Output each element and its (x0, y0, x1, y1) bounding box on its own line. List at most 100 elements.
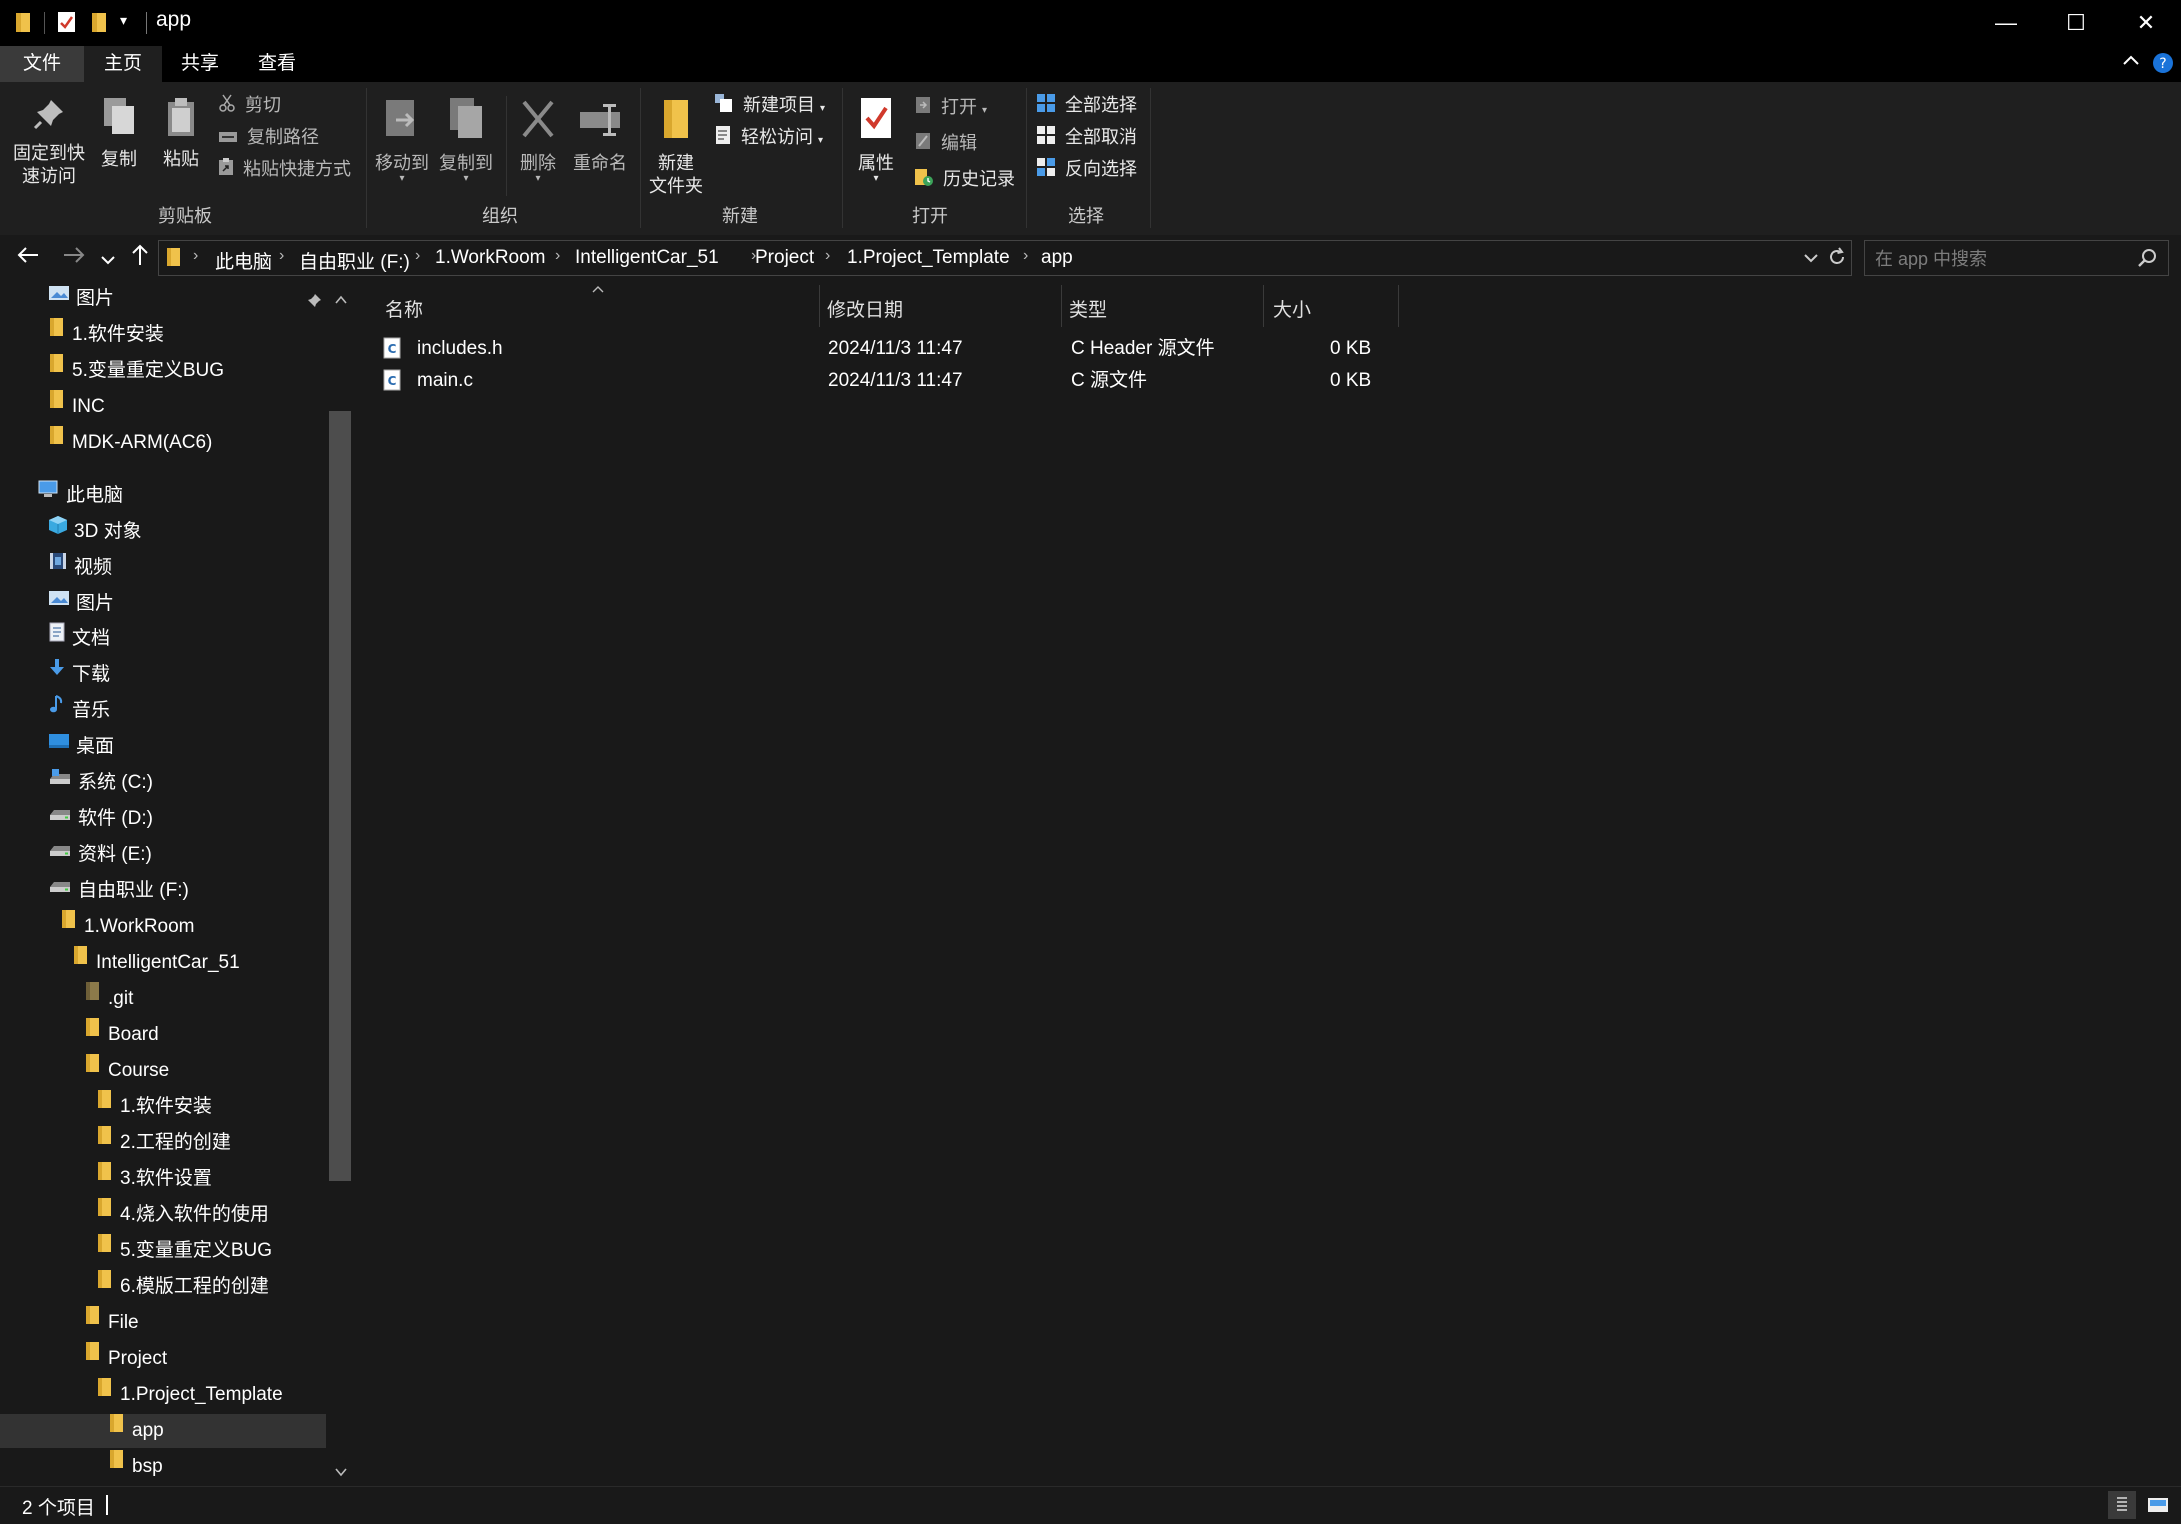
tab-home[interactable]: 主页 (84, 46, 162, 82)
nav-tree-item[interactable]: 图片 (48, 282, 114, 316)
nav-tree-item[interactable]: 2.工程的创建 (96, 1126, 231, 1160)
breadcrumb-this-pc[interactable]: 此电脑 (215, 247, 272, 274)
search-input[interactable] (1873, 245, 2127, 273)
breadcrumb-app[interactable]: app (1041, 247, 1073, 269)
nav-tree-item[interactable]: 资料 (E:) (48, 838, 152, 872)
nav-tree-item[interactable]: 图片 (48, 587, 114, 621)
nav-tree-item[interactable]: 3D 对象 (48, 515, 142, 549)
column-divider[interactable] (1398, 285, 1399, 327)
minimize-button[interactable]: — (1971, 0, 2041, 46)
address-bar[interactable]: › 此电脑 › 自由职业 (F:) › 1.WorkRoom › Intelli… (158, 240, 1852, 276)
nav-tree-item[interactable]: .git (84, 982, 133, 1016)
breadcrumb-chevron-icon[interactable]: › (415, 247, 420, 265)
nav-tree-item[interactable]: Project (84, 1342, 167, 1376)
nav-tree-item[interactable]: 自由职业 (F:) (48, 874, 189, 908)
nav-tree-item[interactable]: 1.Project_Template (96, 1378, 283, 1412)
breadcrumb-project[interactable]: Project (755, 247, 814, 269)
search-icon[interactable] (2137, 248, 2157, 273)
breadcrumb-drive-f[interactable]: 自由职业 (F:) (299, 247, 410, 274)
scroll-up-arrow-icon[interactable] (334, 293, 348, 312)
scroll-down-arrow-icon[interactable] (334, 1465, 348, 1484)
nav-tree-item[interactable]: 系统 (C:) (48, 766, 153, 800)
cut-button[interactable]: 剪切 (218, 92, 281, 118)
tab-share[interactable]: 共享 (162, 46, 238, 82)
nav-tree-item[interactable]: 1.软件安装 (96, 1090, 212, 1124)
new-folder-quick-icon[interactable] (90, 10, 110, 39)
large-icons-view-icon[interactable] (2144, 1491, 2172, 1519)
tab-file[interactable]: 文件 (0, 46, 84, 82)
customize-toolbar-icon[interactable]: ▾ (120, 12, 127, 29)
properties-quick-icon[interactable] (56, 10, 78, 39)
nav-tree-item[interactable]: 文档 (48, 622, 110, 656)
column-header-type[interactable]: 类型 (1069, 291, 1249, 331)
nav-tree-item[interactable]: 1.软件安装 (48, 318, 164, 352)
nav-tree-item[interactable]: 5.变量重定义BUG (48, 354, 224, 388)
properties-button[interactable]: 属性 ▾ (848, 96, 904, 184)
nav-tree-item[interactable]: 4.烧入软件的使用 (96, 1198, 269, 1232)
pin-to-quick-access-button[interactable]: 固定到快 速访问 (8, 96, 90, 188)
file-row[interactable]: C main.c 2024/11/3 11:47 C 源文件 0 KB (377, 365, 1757, 397)
move-to-button[interactable]: 移动到 ▾ (372, 96, 432, 184)
address-dropdown-chevron-icon[interactable] (1803, 250, 1819, 271)
nav-tree-item[interactable]: bsp (108, 1450, 163, 1484)
copy-button[interactable]: 复制 (94, 96, 144, 171)
copy-to-button[interactable]: 复制到 ▾ (436, 96, 496, 184)
close-button[interactable]: ✕ (2111, 0, 2181, 46)
column-divider[interactable] (819, 285, 820, 327)
collapse-ribbon-icon[interactable] (2122, 52, 2140, 75)
help-icon[interactable]: ? (2152, 52, 2174, 79)
refresh-icon[interactable] (1827, 247, 1847, 272)
forward-arrow-icon[interactable] (62, 243, 86, 274)
up-arrow-icon[interactable] (128, 243, 152, 274)
tab-view[interactable]: 查看 (238, 46, 316, 82)
nav-tree-item[interactable]: Board (84, 1018, 159, 1052)
column-header-name[interactable]: 名称 (385, 291, 785, 331)
open-button[interactable]: 打开 ▾ (914, 94, 987, 120)
maximize-button[interactable]: ☐ (2041, 0, 2111, 46)
nav-tree-item[interactable]: 软件 (D:) (48, 802, 153, 836)
breadcrumb-intelligentcar[interactable]: IntelligentCar_51 (575, 247, 719, 269)
breadcrumb-chevron-icon[interactable]: › (555, 247, 560, 265)
column-header-size[interactable]: 大小 (1273, 291, 1373, 331)
breadcrumb-chevron-icon[interactable]: › (825, 247, 830, 265)
edit-button[interactable]: 编辑 (914, 130, 977, 156)
nav-tree-item[interactable]: 音乐 (48, 694, 110, 728)
select-all-button[interactable]: 全部选择 (1036, 92, 1137, 118)
history-button[interactable]: 历史记录 (914, 166, 1015, 192)
copy-path-button[interactable]: 复制路径 (218, 124, 319, 150)
column-header-date[interactable]: 修改日期 (827, 291, 1047, 331)
recent-locations-chevron-icon[interactable] (100, 247, 116, 275)
new-item-button[interactable]: 新建项目 ▾ (714, 92, 825, 118)
new-folder-button[interactable]: 新建 文件夹 (646, 96, 706, 198)
nav-tree-item[interactable]: 下载 (48, 658, 110, 692)
select-none-button[interactable]: 全部取消 (1036, 124, 1137, 150)
easy-access-button[interactable]: 轻松访问 ▾ (714, 124, 823, 150)
nav-tree-item[interactable]: File (84, 1306, 139, 1340)
breadcrumb-chevron-icon[interactable]: › (193, 247, 198, 265)
nav-tree-item[interactable]: IntelligentCar_51 (72, 946, 240, 980)
invert-selection-button[interactable]: 反向选择 (1036, 156, 1137, 182)
file-row[interactable]: C includes.h 2024/11/3 11:47 C Header 源文… (377, 333, 1757, 365)
nav-tree-item[interactable]: 3.软件设置 (96, 1162, 212, 1196)
breadcrumb-chevron-icon[interactable]: › (279, 247, 284, 265)
nav-tree-item[interactable]: MDK-ARM(AC6) (48, 426, 212, 460)
back-arrow-icon[interactable] (16, 243, 40, 274)
breadcrumb-project-template[interactable]: 1.Project_Template (847, 247, 1010, 269)
nav-tree-item[interactable]: 桌面 (48, 730, 114, 764)
breadcrumb-chevron-icon[interactable]: › (1023, 247, 1028, 265)
breadcrumb-workroom[interactable]: 1.WorkRoom (435, 247, 546, 269)
nav-tree-item[interactable]: app (0, 1414, 326, 1448)
nav-tree-item[interactable]: INC (48, 390, 105, 424)
nav-tree-item[interactable]: 此电脑 (36, 479, 123, 513)
nav-tree-item[interactable]: 5.变量重定义BUG (96, 1234, 272, 1268)
search-box[interactable] (1864, 240, 2169, 276)
nav-tree-item[interactable]: Course (84, 1054, 169, 1088)
paste-button[interactable]: 粘贴 (156, 96, 206, 171)
paste-shortcut-button[interactable]: 粘贴快捷方式 (218, 156, 351, 182)
details-view-icon[interactable] (2108, 1491, 2136, 1519)
column-divider[interactable] (1263, 285, 1264, 327)
nav-tree-item[interactable]: 视频 (48, 551, 112, 585)
nav-tree-item[interactable]: 1.WorkRoom (60, 910, 195, 944)
nav-tree-item[interactable]: 6.模版工程的创建 (96, 1270, 269, 1304)
scrollbar-thumb[interactable] (329, 411, 351, 1181)
